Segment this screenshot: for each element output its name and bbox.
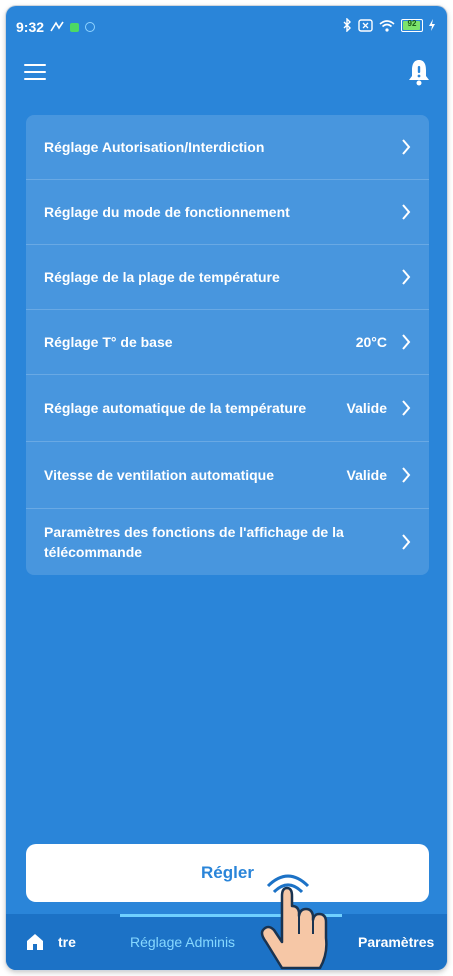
menu-item-label: Réglage T° de base: [44, 334, 173, 350]
chevron-right-icon: [402, 204, 411, 220]
tab-label: Réglage Adminis: [130, 934, 236, 950]
chevron-right-icon: [402, 139, 411, 155]
wifi-icon: [379, 19, 395, 32]
menu-item-temperature-range[interactable]: Réglage de la plage de température: [26, 245, 429, 310]
menu-item-value: Valide: [346, 400, 387, 416]
menu-item-label: Réglage du mode de fonctionnement: [44, 204, 290, 220]
status-time: 9:32: [16, 19, 45, 35]
chevron-right-icon: [402, 467, 411, 483]
menu-item-value: Valide: [346, 467, 387, 483]
menu-item-remote-display-settings[interactable]: Paramètres des fonctions de l'affichage …: [26, 509, 429, 575]
chevron-right-icon: [402, 400, 411, 416]
tab-home[interactable]: tre: [26, 914, 76, 970]
apply-button[interactable]: Régler: [26, 844, 429, 902]
chevron-right-icon: [402, 334, 411, 350]
status-bar: 9:32 92: [6, 6, 447, 46]
status-right: 92: [342, 18, 435, 32]
screen-icon: [358, 18, 373, 32]
phone-screen: 9:32 92 Réglage Autorisation/Interdictio…: [6, 6, 447, 970]
menu-item-label: Réglage Autorisation/Interdiction: [44, 139, 265, 155]
menu-item-authorization[interactable]: Réglage Autorisation/Interdiction: [26, 115, 429, 180]
menu-item-auto-fan-speed[interactable]: Vitesse de ventilation automatique Valid…: [26, 442, 429, 509]
menu-item-label: Paramètres des fonctions de l'affichage …: [44, 524, 344, 560]
menu-item-auto-temperature[interactable]: Réglage automatique de la température Va…: [26, 375, 429, 442]
menu-item-value: 20°C: [355, 334, 387, 350]
charging-icon: [429, 19, 435, 31]
menu-item-label: Réglage automatique de la température: [44, 400, 307, 416]
chevron-right-icon: [402, 269, 411, 285]
battery-icon: 92: [401, 18, 423, 32]
tab-parameters[interactable]: Paramètres: [358, 914, 434, 970]
bottom-tab-bar: tre Réglage Adminis Paramètres: [6, 914, 447, 970]
tab-label: Paramètres: [358, 934, 435, 950]
location-icon: [85, 22, 96, 32]
battery-level: 92: [407, 18, 417, 28]
notification-icon: [50, 21, 64, 32]
chevron-right-icon: [402, 534, 411, 550]
tab-label: tre: [58, 934, 76, 950]
hamburger-menu-icon[interactable]: [24, 64, 46, 80]
bluetooth-icon: [343, 18, 351, 32]
home-icon: [27, 934, 43, 950]
bell-icon[interactable]: [407, 58, 431, 86]
app-icon: [70, 22, 80, 32]
menu-item-label: Réglage de la plage de température: [44, 269, 280, 285]
settings-menu: Réglage Autorisation/Interdiction Réglag…: [26, 115, 429, 575]
tab-admin-settings[interactable]: Réglage Adminis: [130, 914, 235, 970]
menu-item-label: Vitesse de ventilation automatique: [44, 467, 275, 483]
menu-item-operating-mode[interactable]: Réglage du mode de fonctionnement: [26, 180, 429, 245]
menu-item-base-temperature[interactable]: Réglage T° de base 20°C: [26, 310, 429, 375]
status-left: 9:32: [16, 19, 96, 35]
